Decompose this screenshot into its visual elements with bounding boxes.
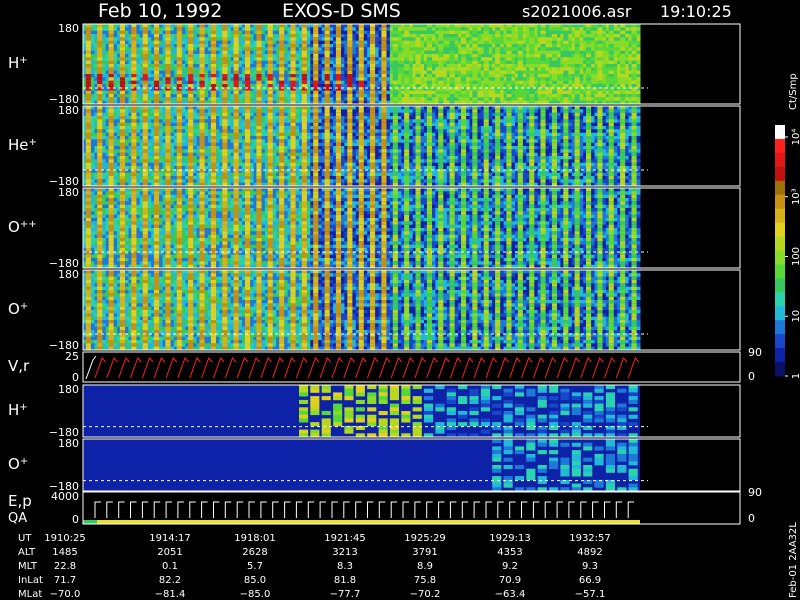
footer-cell: 82.2 bbox=[159, 575, 181, 586]
footer-cell: 1918:01 bbox=[234, 533, 276, 544]
panel-ymax: 4000 bbox=[51, 490, 79, 503]
colorbar-swatch bbox=[775, 138, 785, 154]
footer-cell: 70.9 bbox=[499, 575, 521, 586]
colorbar-swatch bbox=[775, 362, 785, 377]
panel-ymax: 180 bbox=[58, 268, 79, 281]
footer-cell: 4892 bbox=[577, 547, 602, 558]
colorbar-swatch bbox=[775, 306, 785, 321]
panel-6: 180−180O+ bbox=[8, 437, 741, 493]
panel-label: E,p bbox=[8, 492, 32, 510]
colorbar-swatch bbox=[775, 152, 785, 168]
colorbar-swatch bbox=[775, 264, 785, 279]
footer-cell: 66.9 bbox=[579, 575, 601, 586]
colorbar-label: Ct/Smp bbox=[788, 73, 799, 110]
panel-2: 180−180O++ bbox=[8, 186, 741, 270]
colorbar-swatch bbox=[775, 348, 785, 363]
panel-5: 180−180H+ bbox=[8, 383, 741, 439]
colorbar-swatch bbox=[775, 208, 785, 224]
footer-cell: 22.8 bbox=[54, 561, 76, 572]
colorbar-swatch bbox=[775, 194, 785, 210]
footer-cell: 9.3 bbox=[582, 561, 598, 572]
footer-cell: 1925:29 bbox=[404, 533, 446, 544]
panel-right-ymax: 90 bbox=[748, 346, 762, 359]
panel-ymax: 180 bbox=[58, 437, 79, 450]
colorbar-swatch bbox=[775, 334, 785, 349]
footer-cell: 3213 bbox=[332, 547, 357, 558]
panel-ymax: 25 bbox=[65, 350, 79, 363]
footer-cell: 1910:25 bbox=[44, 533, 86, 544]
colorbar-swatch bbox=[775, 292, 785, 307]
colorbar-swatch bbox=[775, 236, 785, 251]
panel-right-ymin: 0 bbox=[748, 512, 755, 525]
footer-cell: 8.3 bbox=[337, 561, 353, 572]
footer-cell: 5.7 bbox=[247, 561, 263, 572]
panel-label: V,r bbox=[8, 357, 30, 375]
footer-cell: 0.1 bbox=[162, 561, 178, 572]
colorbar-swatch bbox=[775, 250, 785, 265]
footer-cell: −70.2 bbox=[410, 589, 441, 600]
footer-cell: 75.8 bbox=[414, 575, 436, 586]
footer-cell: 1932:57 bbox=[569, 533, 611, 544]
footer-row-label: InLat bbox=[18, 575, 43, 586]
exos-d-sms-spectrogram: Feb 10, 1992 EXOS-D SMS s2021006.asr 19:… bbox=[0, 0, 800, 600]
colorbar-swatch bbox=[775, 222, 785, 237]
footer-cell: −70.0 bbox=[50, 589, 81, 600]
panel-ymax: 180 bbox=[58, 104, 79, 117]
header-mission: EXOS-D SMS bbox=[282, 0, 401, 22]
footer-row-label: UT bbox=[18, 533, 32, 544]
colorbar-swatch bbox=[775, 320, 785, 335]
footer-cell: −77.7 bbox=[330, 589, 361, 600]
footer-cell: 2628 bbox=[242, 547, 267, 558]
colorbar-tick-label: 10⁴ bbox=[791, 129, 800, 146]
panel-ymax: 180 bbox=[58, 383, 79, 396]
footer-row-label: MLT bbox=[18, 561, 38, 572]
footer-row-label: ALT bbox=[18, 547, 36, 558]
colorbar-swatch bbox=[775, 166, 785, 182]
footer-cell: 85.0 bbox=[244, 575, 266, 586]
colorbar-tick-label: 10 bbox=[791, 310, 800, 323]
colorbar-swatch bbox=[775, 125, 785, 140]
footer-cell: 9.2 bbox=[502, 561, 518, 572]
footer-id-text: Feb-01 2AA32L bbox=[788, 522, 799, 598]
panel-ymax: 180 bbox=[58, 186, 79, 199]
panel-label-qa: QA bbox=[8, 511, 27, 526]
header-file: s2021006.asr bbox=[522, 2, 632, 21]
footer-cell: −63.4 bbox=[495, 589, 526, 600]
colorbar-tick-label: 100 bbox=[791, 247, 800, 266]
footer-cell: 1485 bbox=[52, 547, 77, 558]
panel-1: 180−180He+ bbox=[8, 104, 741, 188]
header-time: 19:10:25 bbox=[660, 2, 732, 21]
footer-cell: 4353 bbox=[497, 547, 522, 558]
panel-0: 180−180H+ bbox=[8, 22, 741, 106]
footer-cell: −57.1 bbox=[575, 589, 606, 600]
colorbar-swatch bbox=[775, 278, 785, 293]
panel-3: 180−180O+ bbox=[8, 268, 741, 352]
footer-cell: 1914:17 bbox=[149, 533, 191, 544]
footer-row-label: MLat bbox=[18, 589, 42, 600]
footer-cell: 1929:13 bbox=[489, 533, 531, 544]
panel-right-ymin: 0 bbox=[748, 370, 755, 383]
colorbar-swatch bbox=[775, 180, 785, 196]
colorbar-tick-label: 1 bbox=[791, 373, 800, 379]
colorbar-tick-label: 10³ bbox=[791, 188, 800, 205]
footer-cell: 8.9 bbox=[417, 561, 433, 572]
footer-cell: 2051 bbox=[157, 547, 182, 558]
footer-cell: 3791 bbox=[412, 547, 437, 558]
panel-ymax: 180 bbox=[58, 22, 79, 35]
footer-cell: −85.0 bbox=[240, 589, 271, 600]
panel-right-ymax: 90 bbox=[748, 486, 762, 499]
header-date: Feb 10, 1992 bbox=[98, 0, 222, 22]
footer-cell: 1921:45 bbox=[324, 533, 366, 544]
footer-cell: 71.7 bbox=[54, 575, 76, 586]
panel-ymin: 0 bbox=[72, 513, 79, 526]
footer-cell: −81.4 bbox=[155, 589, 186, 600]
footer-cell: 81.8 bbox=[334, 575, 356, 586]
